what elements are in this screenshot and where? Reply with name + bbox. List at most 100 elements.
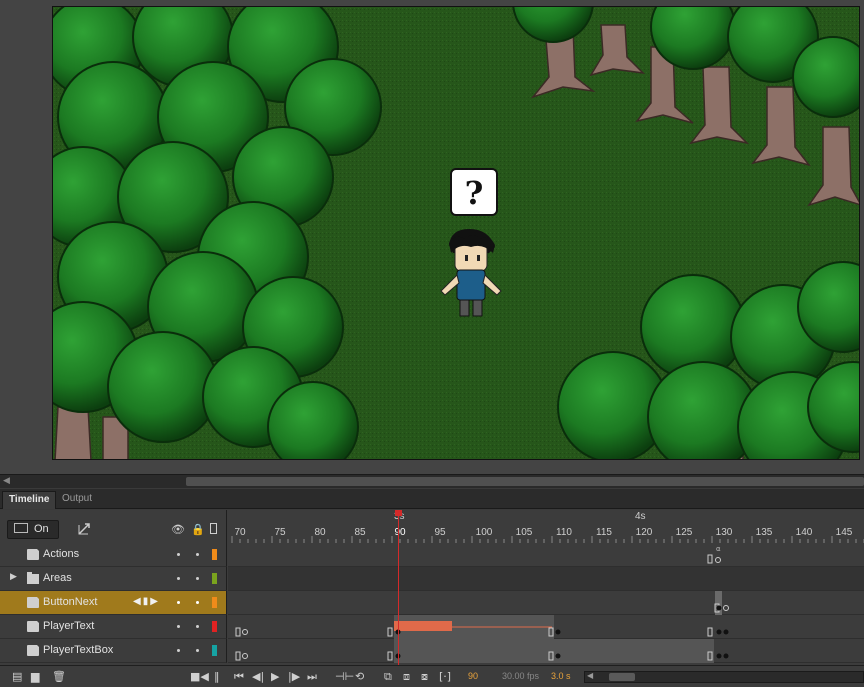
- frame-ruler[interactable]: 3s 4s 70 75 80 85 90 95 100 105 110 115 …: [228, 510, 864, 543]
- lock-toggle[interactable]: [196, 577, 199, 580]
- onion-outline-icon[interactable]: ⧈: [403, 670, 410, 684]
- parenting-view-icon[interactable]: [77, 522, 91, 536]
- layer-row-actions[interactable]: Actions α: [0, 543, 864, 567]
- layer-color-chip[interactable]: [212, 621, 217, 632]
- tab-output[interactable]: Output: [56, 491, 98, 509]
- layer-label[interactable]: PlayerText: [43, 620, 94, 632]
- stage-area: ?: [0, 0, 864, 474]
- onion-skin-icon[interactable]: ⧉: [384, 670, 392, 684]
- layer-frames[interactable]: [228, 639, 864, 663]
- scrollbar-thumb[interactable]: [609, 673, 635, 681]
- layer-icon: [27, 644, 40, 656]
- step-back-icon[interactable]: ◀|: [252, 670, 264, 683]
- frame-tick: 145: [835, 527, 853, 538]
- frame-tick: 80: [314, 527, 326, 538]
- frame-tick-current: 90: [394, 527, 406, 538]
- frame-tick: 130: [715, 527, 733, 538]
- lock-toggle[interactable]: [196, 601, 199, 604]
- play-icon[interactable]: ▶: [271, 670, 279, 683]
- timeline-header: On 👁 🔒 3s 4s 70 75 80 85 90 95 100 105 1…: [0, 510, 864, 543]
- fps-value[interactable]: 30.00 fps: [502, 671, 539, 681]
- layer-name-cell[interactable]: PlayerTextBox: [0, 639, 227, 663]
- frame-tick: 105: [515, 527, 533, 538]
- layer-row-playertextbox[interactable]: PlayerTextBox: [0, 639, 864, 663]
- trash-icon[interactable]: 🗑: [52, 670, 66, 683]
- camera-icon: [14, 523, 28, 533]
- playhead[interactable]: [398, 510, 399, 665]
- layer-color-chip[interactable]: [212, 549, 217, 560]
- timeline-footer: ▤ ▆ 🗑 ■◀ ‖ ⏮ ◀| ▶ |▶ ⏭ ⊣⊢ ⟲ ⧉ ⧈ ⧇ [·] 90…: [0, 665, 864, 687]
- scroll-left-icon[interactable]: ◀: [587, 671, 593, 680]
- step-forward-icon[interactable]: |▶: [288, 670, 300, 683]
- lock-toggle[interactable]: [196, 553, 199, 556]
- layer-frames[interactable]: [228, 591, 864, 615]
- layer-frames[interactable]: [228, 567, 864, 591]
- new-folder-icon[interactable]: ▆: [31, 670, 39, 683]
- tab-timeline[interactable]: Timeline: [2, 491, 57, 509]
- scrollbar-thumb[interactable]: [186, 477, 864, 486]
- camera-toggle-button[interactable]: On: [7, 520, 59, 539]
- layer-label[interactable]: PlayerTextBox: [43, 644, 113, 656]
- layer-row-playertext[interactable]: PlayerText: [0, 615, 864, 639]
- panel-grip-icon[interactable]: ‖: [214, 670, 220, 683]
- visibility-toggle[interactable]: [177, 625, 180, 628]
- loop-icon[interactable]: ⟲: [355, 670, 364, 683]
- panel-tabs: Timeline Output: [0, 489, 864, 509]
- frame-tick: 95: [434, 527, 446, 538]
- lock-toggle[interactable]: [196, 625, 199, 628]
- new-layer-icon[interactable]: ▤: [12, 670, 22, 683]
- layer-name-cell[interactable]: ▶ Areas: [0, 567, 227, 591]
- frame-tick: 75: [274, 527, 286, 538]
- visibility-toggle[interactable]: [177, 577, 180, 580]
- lock-toggle[interactable]: [196, 649, 199, 652]
- center-frame-icon[interactable]: ⊣⊢: [335, 670, 354, 683]
- layer-label[interactable]: Areas: [43, 572, 72, 584]
- last-frame-icon[interactable]: ⏭: [307, 670, 317, 684]
- layer-label[interactable]: ButtonNext: [43, 596, 97, 608]
- speech-bubble-text: ?: [465, 174, 484, 212]
- visibility-toggle[interactable]: [177, 553, 180, 556]
- frame-tick: 135: [755, 527, 773, 538]
- layer-header: On 👁 🔒: [0, 510, 227, 543]
- outline-icon[interactable]: [210, 523, 217, 534]
- eye-icon[interactable]: 👁: [171, 523, 185, 536]
- layer-name-cell[interactable]: PlayerText: [0, 615, 227, 639]
- layer-frames[interactable]: α: [228, 543, 864, 567]
- layer-row-areas[interactable]: ▶ Areas: [0, 567, 864, 591]
- visibility-toggle[interactable]: [177, 649, 180, 652]
- first-frame-icon[interactable]: ⏮: [234, 670, 244, 684]
- onion-markers-icon[interactable]: [·]: [439, 670, 451, 683]
- layer-color-chip[interactable]: [212, 645, 217, 656]
- camera-icon[interactable]: ■◀: [190, 670, 209, 683]
- stage-canvas[interactable]: ?: [52, 6, 860, 460]
- current-frame-value[interactable]: 90: [468, 671, 478, 681]
- layer-color-chip[interactable]: [212, 597, 217, 608]
- layer-name-cell[interactable]: Actions: [0, 543, 227, 567]
- layer-color-chip[interactable]: [212, 573, 217, 584]
- layer-row-buttonnext[interactable]: ButtonNext ◀▮▶: [0, 591, 864, 615]
- frame-tick: 100: [475, 527, 493, 538]
- expand-arrow-icon[interactable]: ▶: [10, 572, 17, 582]
- layer-frames[interactable]: [228, 615, 864, 639]
- layer-icon: [27, 620, 40, 632]
- edit-multiple-icon[interactable]: ⧇: [421, 670, 428, 684]
- elapsed-time-value[interactable]: 3.0 s: [551, 671, 571, 681]
- frame-tick: 125: [675, 527, 693, 538]
- forest-scene: ?: [53, 7, 859, 459]
- scroll-left-icon[interactable]: ◀: [3, 476, 10, 486]
- keyframe-nav-icons[interactable]: ◀▮▶: [133, 596, 160, 607]
- layer-label[interactable]: Actions: [43, 548, 79, 560]
- visibility-toggle[interactable]: [177, 601, 180, 604]
- frame-tick: 120: [635, 527, 653, 538]
- playhead-handle[interactable]: [395, 510, 402, 516]
- layer-name-cell[interactable]: ButtonNext ◀▮▶: [0, 591, 227, 615]
- stage-horizontal-scrollbar[interactable]: ◀: [0, 474, 864, 488]
- layer-icon: [27, 596, 40, 608]
- layer-list: Actions α ▶ Areas ButtonNext ◀▮▶ PlayerT…: [0, 543, 864, 665]
- frame-tick: 140: [795, 527, 813, 538]
- svg-text:α: α: [716, 545, 721, 553]
- frame-tick: 110: [556, 527, 572, 538]
- lock-icon[interactable]: 🔒: [191, 523, 205, 536]
- speech-bubble: ?: [450, 168, 498, 216]
- timeline-zoom-scrollbar[interactable]: ◀: [584, 671, 864, 683]
